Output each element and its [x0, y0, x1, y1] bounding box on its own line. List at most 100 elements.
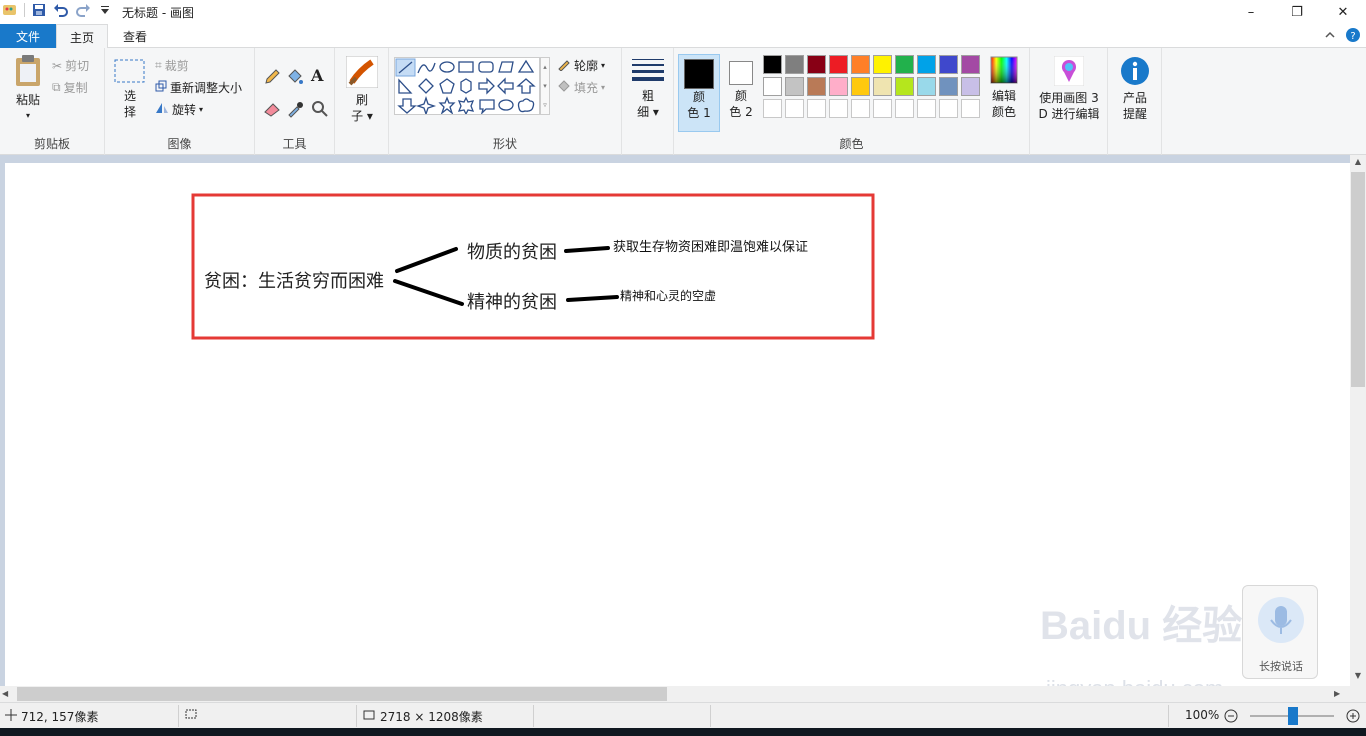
color-swatch[interactable] [917, 99, 936, 118]
clipboard-group: 粘贴 ▾ ✂ 剪切 ⧉ 复制 剪贴板 [0, 48, 105, 155]
eraser-icon[interactable] [263, 100, 281, 121]
connector-line-4 [566, 295, 619, 302]
tools-group-label: 工具 [282, 137, 307, 151]
scroll-right-arrow-icon[interactable]: ▶ [1334, 687, 1348, 701]
color-swatch[interactable] [873, 99, 892, 118]
size-button[interactable]: 粗 细 ▾ [628, 56, 668, 120]
color-swatch[interactable] [807, 99, 826, 118]
color-swatch[interactable] [763, 99, 782, 118]
color-swatch[interactable] [807, 55, 826, 74]
zoom-in-icon[interactable] [1346, 709, 1360, 726]
color-swatch[interactable] [829, 99, 848, 118]
image-group: 选 择 ⌗ 裁剪 重新调整大小 旋转 ▾ 图像 [105, 48, 255, 155]
select-button[interactable]: 选 择 [113, 58, 147, 120]
pencil-icon[interactable] [263, 68, 281, 89]
color-swatch[interactable] [895, 55, 914, 74]
minimize-button[interactable]: – [1228, 0, 1274, 24]
brushes-button[interactable]: 刷 子 ▾ [343, 55, 381, 124]
watermark-line1: Baidu 经验 [1040, 604, 1243, 648]
color-swatch[interactable] [851, 55, 870, 74]
paint3d-icon [1053, 55, 1085, 90]
rotate-icon [155, 102, 169, 117]
scissors-icon: ✂ [52, 58, 63, 73]
color-swatch[interactable] [807, 77, 826, 96]
tab-home[interactable]: 主页 [56, 24, 108, 49]
color-swatch[interactable] [961, 99, 980, 118]
crop-button[interactable]: ⌗ 裁剪 [155, 57, 189, 74]
voice-input-panel[interactable]: 长按说话 [1242, 585, 1318, 679]
clipboard-icon [13, 54, 43, 92]
color-swatch[interactable] [873, 55, 892, 74]
resize-button[interactable]: 重新调整大小 [155, 79, 242, 96]
paste-button[interactable]: 粘贴 ▾ [8, 54, 48, 124]
color1-swatch [684, 59, 714, 89]
help-icon[interactable]: ? [1346, 28, 1360, 45]
color2-button[interactable]: 颜 色 2 [722, 58, 760, 120]
color-swatch[interactable] [939, 99, 958, 118]
color-swatch[interactable] [785, 99, 804, 118]
restore-button[interactable]: ❐ [1274, 0, 1320, 24]
color-swatch[interactable] [895, 77, 914, 96]
red-frame [191, 193, 875, 340]
color-swatch[interactable] [895, 99, 914, 118]
color-swatch[interactable] [785, 55, 804, 74]
scrollbar-corner [1350, 686, 1366, 702]
clipboard-group-label: 剪贴板 [33, 137, 70, 151]
color-swatch[interactable] [785, 77, 804, 96]
tab-file[interactable]: 文件 [0, 24, 56, 48]
close-button[interactable]: ✕ [1320, 0, 1366, 24]
customize-toolbar-icon[interactable] [97, 2, 113, 18]
rotate-button[interactable]: 旋转 ▾ [155, 101, 203, 118]
color-swatch[interactable] [829, 77, 848, 96]
zoom-slider-thumb[interactable] [1288, 707, 1298, 725]
copy-icon: ⧉ [52, 80, 61, 94]
color-swatch[interactable] [917, 55, 936, 74]
paint-app-icon[interactable] [2, 2, 18, 18]
collapse-ribbon-icon[interactable] [1324, 29, 1336, 44]
edit-with-paint3d-button[interactable]: 使用画图 3 D 进行编辑 [1034, 55, 1104, 122]
scroll-down-arrow-icon[interactable]: ▼ [1350, 671, 1366, 685]
color-swatch[interactable] [961, 77, 980, 96]
info-icon [1120, 56, 1150, 90]
copy-button[interactable]: ⧉ 复制 [52, 79, 88, 96]
color-swatch[interactable] [829, 55, 848, 74]
magnifier-icon[interactable] [311, 100, 329, 121]
colors-group: 颜 色 1 颜 色 2 编辑 颜色 颜色 [674, 48, 1030, 155]
zoom-out-icon[interactable] [1224, 709, 1238, 726]
fill-bucket-icon[interactable] [286, 68, 304, 89]
color-palette [763, 55, 983, 121]
color-swatch[interactable] [939, 77, 958, 96]
color-swatch[interactable] [851, 99, 870, 118]
color-swatch[interactable] [763, 77, 782, 96]
shapes-gallery-icons[interactable] [395, 58, 539, 117]
tab-view[interactable]: 查看 [110, 24, 160, 49]
color-swatch[interactable] [873, 77, 892, 96]
edit-colors-button[interactable]: 编辑 颜色 [984, 56, 1024, 120]
color-swatch[interactable] [939, 55, 958, 74]
chevron-down-icon: ▾ [199, 105, 204, 114]
scroll-up-arrow-icon[interactable]: ▲ [1350, 157, 1366, 171]
shapes-group-label: 形状 [492, 137, 517, 151]
vertical-scroll-thumb[interactable] [1351, 172, 1365, 387]
horizontal-scroll-thumb[interactable] [17, 687, 667, 701]
outline-button[interactable]: 轮廓 ▾ [557, 57, 605, 74]
color-swatch[interactable] [763, 55, 782, 74]
scroll-left-arrow-icon[interactable]: ◀ [2, 687, 16, 701]
image-size: 2718 × 1208像素 [362, 708, 483, 725]
product-alert-group: 产品 提醒 [1108, 48, 1162, 155]
undo-icon[interactable] [53, 2, 69, 18]
color-picker-icon[interactable] [286, 100, 304, 121]
redo-icon[interactable] [75, 2, 91, 18]
color-swatch[interactable] [961, 55, 980, 74]
color-spectrum-icon [990, 56, 1018, 88]
product-alert-button[interactable]: 产品 提醒 [1114, 56, 1156, 122]
color-swatch[interactable] [851, 77, 870, 96]
cut-button[interactable]: ✂ 剪切 [52, 57, 89, 74]
shapes-gallery-scroller[interactable]: ▴ ▾ ▿ [540, 57, 550, 115]
save-icon[interactable] [31, 2, 47, 18]
color-swatch[interactable] [917, 77, 936, 96]
color1-button[interactable]: 颜 色 1 [678, 54, 720, 132]
shapes-group: ▴ ▾ ▿ 轮廓 ▾ 填充 ▾ 形状 [389, 48, 622, 155]
text-tool-icon[interactable]: A [311, 66, 323, 85]
fill-button[interactable]: 填充 ▾ [557, 79, 605, 96]
